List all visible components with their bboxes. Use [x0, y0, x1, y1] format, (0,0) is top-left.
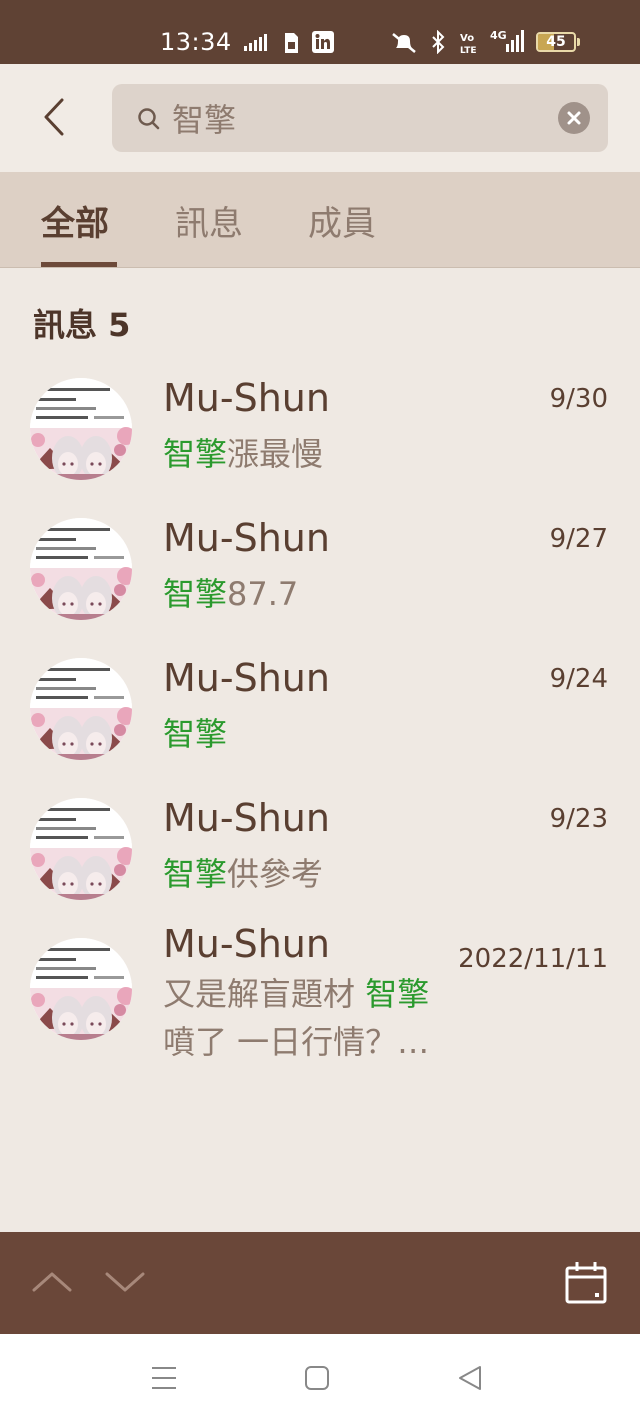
search-input[interactable] [172, 94, 552, 142]
message-date: 9/24 [549, 664, 608, 694]
svg-text:Vo: Vo [460, 33, 474, 44]
bottom-toolbar [0, 1232, 640, 1334]
sender-name: Mu-Shun [163, 376, 330, 420]
back-button[interactable] [30, 92, 80, 142]
snippet-text: 87.7 [227, 575, 299, 613]
active-tab-indicator [41, 262, 117, 267]
message-snippet: 智擎供參考 [163, 850, 463, 898]
status-bar: 13:34 Vo LTE 4G 45 [0, 0, 640, 64]
bluetooth-icon [432, 30, 445, 54]
snippet-highlight: 智擎 [163, 575, 228, 613]
svg-text:4G: 4G [490, 29, 507, 42]
message-snippet: 智擎 [163, 710, 463, 758]
snippet-highlight: 智擎 [163, 435, 228, 473]
mute-icon [392, 33, 416, 53]
home-square-icon [305, 1366, 329, 1390]
tab-all[interactable]: 全部 [41, 196, 109, 245]
volte-icon: Vo LTE [460, 33, 477, 55]
search-header [0, 64, 640, 172]
avatar [30, 938, 132, 1040]
signal-speed-icon [244, 34, 267, 51]
result-item[interactable]: Mu-Shun 9/27 智擎87.7 [0, 510, 640, 644]
4g-signal-icon: 4G [490, 29, 524, 52]
recent-apps-button[interactable] [150, 1364, 178, 1396]
linkedin-icon [312, 31, 334, 53]
system-nav-bar [0, 1334, 640, 1422]
system-back-button[interactable] [456, 1364, 484, 1396]
snippet-highlight: 智擎 [365, 975, 430, 1013]
message-snippet: 智擎漲最慢 [163, 430, 463, 478]
snippet-highlight: 智擎 [163, 855, 228, 893]
calendar-button[interactable] [564, 1260, 608, 1310]
message-snippet: 智擎87.7 [163, 570, 463, 618]
sender-name: Mu-Shun [163, 516, 330, 560]
result-item[interactable]: Mu-Shun 2022/11/11 又是解盲題材 智擎 噴了 一日行情？… [0, 922, 640, 1070]
tab-members[interactable]: 成員 [308, 196, 376, 245]
previous-result-button[interactable] [30, 1266, 74, 1300]
snippet-text: 又是解盲題材 [163, 975, 366, 1013]
sender-name: Mu-Shun [163, 922, 330, 966]
message-date: 9/23 [549, 804, 608, 834]
snippet-text: 漲最慢 [227, 435, 324, 473]
close-icon [567, 111, 581, 125]
battery-tip [577, 38, 580, 46]
home-button[interactable] [303, 1364, 331, 1396]
calendar-icon [565, 1262, 607, 1304]
menu-icon [152, 1367, 176, 1389]
sender-name: Mu-Shun [163, 656, 330, 700]
chevron-down-icon [105, 1272, 145, 1292]
search-icon [138, 108, 160, 130]
tab-bar: 全部 訊息 成員 [0, 172, 640, 268]
avatar [30, 518, 132, 620]
search-box[interactable] [112, 84, 608, 152]
section-title: 訊息 5 [33, 306, 131, 344]
message-date: 2022/11/11 [458, 944, 608, 974]
snippet-text-line2: 噴了 一日行情？… [163, 1023, 430, 1061]
next-result-button[interactable] [103, 1266, 147, 1300]
avatar [30, 798, 132, 900]
back-triangle-icon [459, 1366, 481, 1390]
tab-messages[interactable]: 訊息 [175, 196, 243, 245]
back-arrow-icon [44, 98, 64, 136]
snippet-text: 供參考 [227, 855, 324, 893]
clear-search-button[interactable] [558, 102, 590, 134]
message-date: 9/27 [549, 524, 608, 554]
battery-icon: 45 [536, 32, 576, 52]
status-time: 13:34 [160, 28, 232, 56]
snippet-highlight: 智擎 [163, 715, 228, 753]
sim-icon [285, 33, 298, 53]
battery-level: 45 [546, 34, 566, 50]
result-item[interactable]: Mu-Shun 9/30 智擎漲最慢 [0, 370, 640, 504]
result-item[interactable]: Mu-Shun 9/23 智擎供參考 [0, 790, 640, 924]
svg-text:LTE: LTE [460, 46, 477, 55]
result-item[interactable]: Mu-Shun 9/24 智擎 [0, 650, 640, 784]
sender-name: Mu-Shun [163, 796, 330, 840]
chevron-up-icon [32, 1272, 72, 1292]
message-date: 9/30 [549, 384, 608, 414]
avatar [30, 378, 132, 480]
avatar [30, 658, 132, 760]
message-snippet: 又是解盲題材 智擎 噴了 一日行情？… [163, 970, 463, 1066]
